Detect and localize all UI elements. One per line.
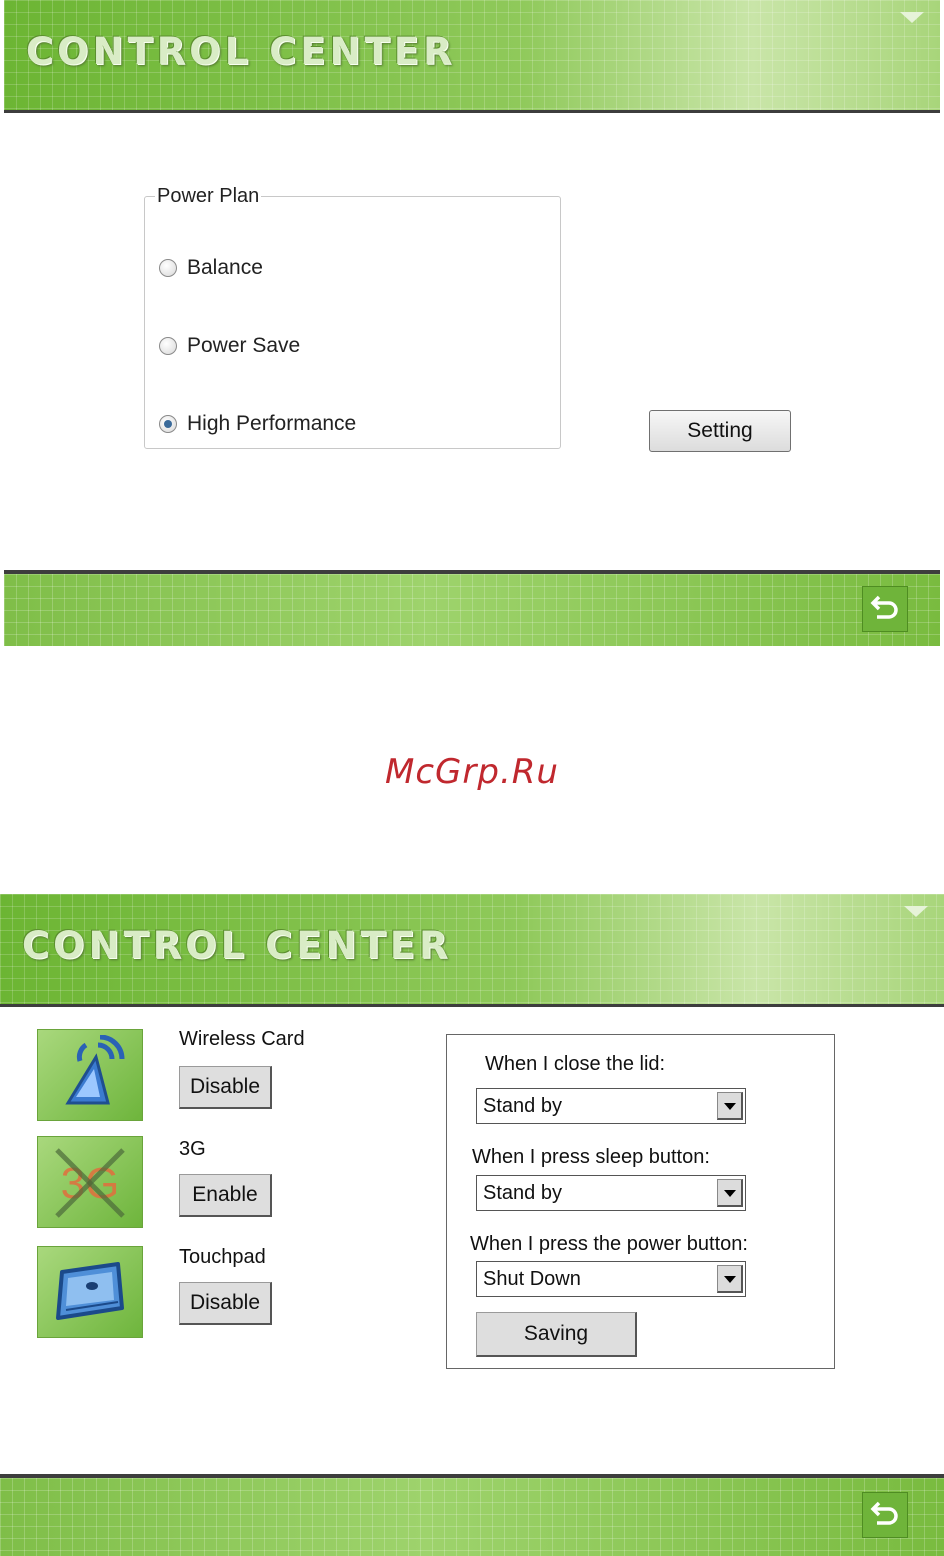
touchpad-disable-button[interactable]: Disable — [179, 1282, 272, 1325]
wireless-card-label: Wireless Card — [179, 1028, 305, 1050]
radio-power-save[interactable]: Power Save — [159, 334, 300, 358]
lid-label: When I close the lid: — [485, 1053, 666, 1075]
lid-action-select[interactable]: Stand by — [476, 1088, 746, 1124]
touchpad-icon[interactable] — [37, 1246, 143, 1338]
back-button[interactable] — [862, 1492, 908, 1538]
radio-balance-label: Balance — [187, 256, 263, 279]
power-actions-panel: When I close the lid: Stand by When I pr… — [446, 1034, 835, 1369]
radio-high-performance-label: High Performance — [187, 412, 357, 435]
sleep-button-label: When I press sleep button: — [472, 1146, 710, 1168]
lid-action-value: Stand by — [483, 1094, 562, 1117]
power-plan-group: Power Plan Balance Power Save High Perfo… — [144, 185, 561, 449]
minimize-triangle-icon[interactable] — [904, 906, 928, 917]
back-arrow-icon — [870, 595, 898, 619]
footer-bar — [4, 570, 940, 646]
chevron-down-icon[interactable] — [717, 1179, 743, 1207]
minimize-triangle-icon[interactable] — [900, 12, 924, 23]
header-title: CONTROL CENTER — [26, 30, 456, 73]
footer-bar — [0, 1474, 944, 1556]
sleep-button-action-value: Stand by — [483, 1181, 562, 1204]
power-button-label: When I press the power button: — [470, 1233, 748, 1255]
3g-enable-button[interactable]: Enable — [179, 1174, 272, 1217]
back-button[interactable] — [862, 586, 908, 632]
saving-button[interactable]: Saving — [476, 1312, 637, 1357]
radio-balance[interactable]: Balance — [159, 256, 263, 280]
header-bar: CONTROL CENTER — [0, 894, 944, 1007]
setting-button[interactable]: Setting — [649, 410, 791, 452]
chevron-down-icon[interactable] — [717, 1092, 743, 1120]
sleep-button-action-select[interactable]: Stand by — [476, 1175, 746, 1211]
chevron-down-icon[interactable] — [717, 1265, 743, 1293]
back-arrow-icon — [870, 1501, 898, 1525]
power-button-action-value: Shut Down — [483, 1267, 581, 1290]
wireless-antenna-icon[interactable] — [37, 1029, 143, 1121]
radio-high-performance-circle[interactable] — [159, 415, 177, 433]
power-button-action-select[interactable]: Shut Down — [476, 1261, 746, 1297]
power-plan-legend: Power Plan — [157, 185, 260, 207]
watermark-text: McGrp.Ru — [385, 752, 559, 792]
radio-balance-circle[interactable] — [159, 259, 177, 277]
header-title: CONTROL CENTER — [22, 924, 452, 967]
wireless-card-disable-button[interactable]: Disable — [179, 1066, 272, 1109]
touchpad-label: Touchpad — [179, 1246, 266, 1268]
radio-high-performance[interactable]: High Performance — [159, 412, 356, 436]
radio-power-save-label: Power Save — [187, 334, 301, 357]
control-center-window-power-plan: CONTROL CENTER Power Plan Balance Power … — [4, 0, 940, 646]
3g-disabled-icon[interactable]: 3G — [37, 1136, 143, 1228]
control-center-window-devices: CONTROL CENTER Wireless Card Disable 3G … — [0, 894, 944, 1556]
radio-power-save-circle[interactable] — [159, 337, 177, 355]
header-bar: CONTROL CENTER — [4, 0, 940, 113]
3g-label: 3G — [179, 1138, 206, 1160]
